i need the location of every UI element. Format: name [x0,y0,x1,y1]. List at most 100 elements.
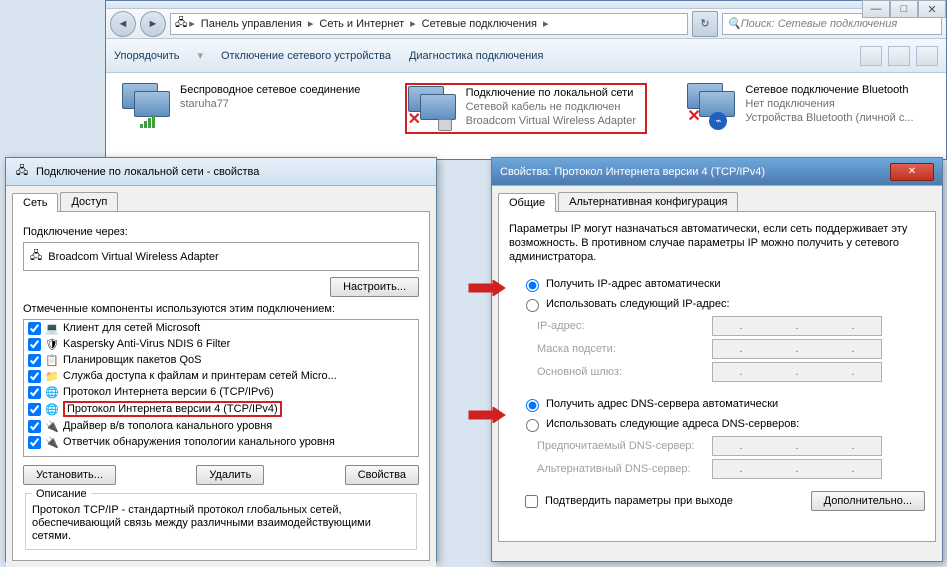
conn-title: Сетевое подключение Bluetooth [745,83,930,97]
adapter-name: Broadcom Virtual Wireless Adapter [48,251,218,263]
annotation-arrow-icon [467,280,507,296]
address-bar: ◄ ► 🖧 ▸ Панель управления ▸ Сеть и Интер… [106,9,946,39]
ip-input: ... [712,316,882,336]
radio-dns-manual[interactable]: Использовать следующие адреса DNS-сервер… [521,416,925,432]
connection-lan[interactable]: ✕ Подключение по локальной сети Сетевой … [405,83,648,134]
dns-preferred-field: Предпочитаемый DNS-сервер: ... [537,436,925,456]
refresh-button[interactable]: ↻ [692,11,718,37]
radio-ip-auto[interactable]: Получить IP-адрес автоматически [521,276,925,292]
field-label: Предпочитаемый DNS-сервер: [537,440,712,452]
intro-text: Параметры IP могут назначаться автоматич… [509,222,925,264]
conn-title: Беспроводное сетевое соединение [180,83,365,97]
description-title: Описание [32,488,91,500]
disconnected-x-icon: ✕ [687,106,700,126]
titlebar: ― □ ✕ [106,1,946,9]
dialog-titlebar: 🖧 Подключение по локальной сети - свойст… [6,158,436,186]
back-button[interactable]: ◄ [110,11,136,37]
configure-button[interactable]: Настроить... [330,277,419,297]
tab-panel: Подключение через: 🖧 Broadcom Virtual Wi… [12,212,430,561]
gateway-field: Основной шлюз: ... [537,362,925,382]
radio[interactable] [526,419,539,432]
close-button[interactable]: ✕ [918,0,946,18]
client-icon: 💻 [45,321,59,335]
checkbox[interactable] [28,386,41,399]
conn-status: Нет подключения [745,97,930,111]
tab-general[interactable]: Общие [498,193,556,212]
tabs: Общие Альтернативная конфигурация [498,192,936,212]
close-button[interactable]: ✕ [890,163,934,181]
help-button[interactable] [916,46,938,66]
checkbox[interactable] [28,436,41,449]
minimize-button[interactable]: ― [862,0,890,18]
breadcrumb[interactable]: 🖧 ▸ Панель управления ▸ Сеть и Интернет … [170,13,688,35]
conn-device: Устройства Bluetooth (личной с... [745,111,930,125]
radio-dns-auto[interactable]: Получить адрес DNS-сервера автоматически [521,396,925,412]
tab-alternative[interactable]: Альтернативная конфигурация [558,192,738,211]
properties-button[interactable]: Свойства [345,465,419,485]
checkbox[interactable] [28,420,41,433]
disable-device-button[interactable]: Отключение сетевого устройства [221,50,391,62]
checkbox[interactable] [525,495,538,508]
validate-checkbox-row[interactable]: Подтвердить параметры при выходе Дополни… [521,491,925,511]
connection-wifi[interactable]: Беспроводное сетевое соединение staruha7… [122,83,365,134]
connection-bluetooth[interactable]: ✕ ⌁ Сетевое подключение Bluetooth Нет по… [687,83,930,134]
advanced-button[interactable]: Дополнительно... [811,491,925,511]
conn-status: Сетевой кабель не подключен [466,100,645,114]
ip-input: ... [712,339,882,359]
radio-label: Использовать следующий IP-адрес: [546,298,730,310]
radio[interactable] [526,399,539,412]
preview-button[interactable] [888,46,910,66]
explorer-window: ― □ ✕ ◄ ► 🖧 ▸ Панель управления ▸ Сеть и… [105,0,947,160]
search-icon: 🔍 [727,17,741,30]
window-controls: ― □ ✕ [862,0,946,20]
list-item: 🌐 Протокол Интернета версии 4 (TCP/IPv4) [24,400,418,418]
remove-button[interactable]: Удалить [196,465,264,485]
radio[interactable] [526,299,539,312]
organize-button[interactable]: Упорядочить [114,50,179,62]
crumb-network[interactable]: Сеть и Интернет [315,18,408,30]
protocol-icon: 🌐 [45,402,59,416]
checkbox[interactable] [28,403,41,416]
connection-properties-dialog: 🖧 Подключение по локальной сети - свойст… [5,157,437,562]
diagnose-button[interactable]: Диагностика подключения [409,50,543,62]
list-item: 🔌Ответчик обнаружения топологии канально… [24,434,418,450]
checkbox[interactable] [28,354,41,367]
crumb-controlpanel[interactable]: Панель управления [197,18,306,30]
bluetooth-icon: ✕ ⌁ [687,83,737,128]
subnet-mask-field: Маска подсети: ... [537,339,925,359]
dialog-titlebar: Свойства: Протокол Интернета версии 4 (T… [492,158,942,186]
toolbar: Упорядочить ▾ Отключение сетевого устрой… [106,39,946,73]
connections-area: Беспроводное сетевое соединение staruha7… [106,73,946,144]
ipv4-properties-dialog: Свойства: Протокол Интернета версии 4 (T… [491,157,943,562]
tab-access[interactable]: Доступ [60,192,118,211]
list-item: 💻Клиент для сетей Microsoft [24,320,418,336]
dns-alt-field: Альтернативный DNS-сервер: ... [537,459,925,479]
crumb-connections[interactable]: Сетевые подключения [418,18,541,30]
ip-input: ... [712,436,882,456]
checkbox[interactable] [28,338,41,351]
checkbox[interactable] [28,322,41,335]
radio-ip-manual[interactable]: Использовать следующий IP-адрес: [521,296,925,312]
radio[interactable] [526,279,539,292]
disconnected-x-icon: ✕ [408,109,421,129]
forward-button[interactable]: ► [140,11,166,37]
annotation-arrow-icon [467,407,507,423]
field-label: Основной шлюз: [537,366,712,378]
checkbox[interactable] [28,370,41,383]
service-icon: 📋 [45,353,59,367]
conn-device: staruha77 [180,97,365,111]
view-button[interactable] [860,46,882,66]
description-group: Описание Протокол TCP/IP - стандартный п… [25,493,417,550]
tab-network[interactable]: Сеть [12,193,58,212]
field-label: IP-адрес: [537,320,712,332]
components-list[interactable]: 💻Клиент для сетей Microsoft 🛡Kaspersky A… [23,319,419,457]
checkbox-label: Подтвердить параметры при выходе [545,495,733,507]
list-item: 📁Служба доступа к файлам и принтерам сет… [24,368,418,384]
dialog-title: Свойства: Протокол Интернета версии 4 (T… [500,166,765,178]
dialog-title: Подключение по локальной сети - свойства [36,166,259,178]
highlighted-ipv4: Протокол Интернета версии 4 (TCP/IPv4) [63,401,282,417]
network-icon: 🖧 [175,14,187,33]
install-button[interactable]: Установить... [23,465,116,485]
radio-label: Использовать следующие адреса DNS-сервер… [546,418,799,430]
maximize-button[interactable]: □ [890,0,918,18]
